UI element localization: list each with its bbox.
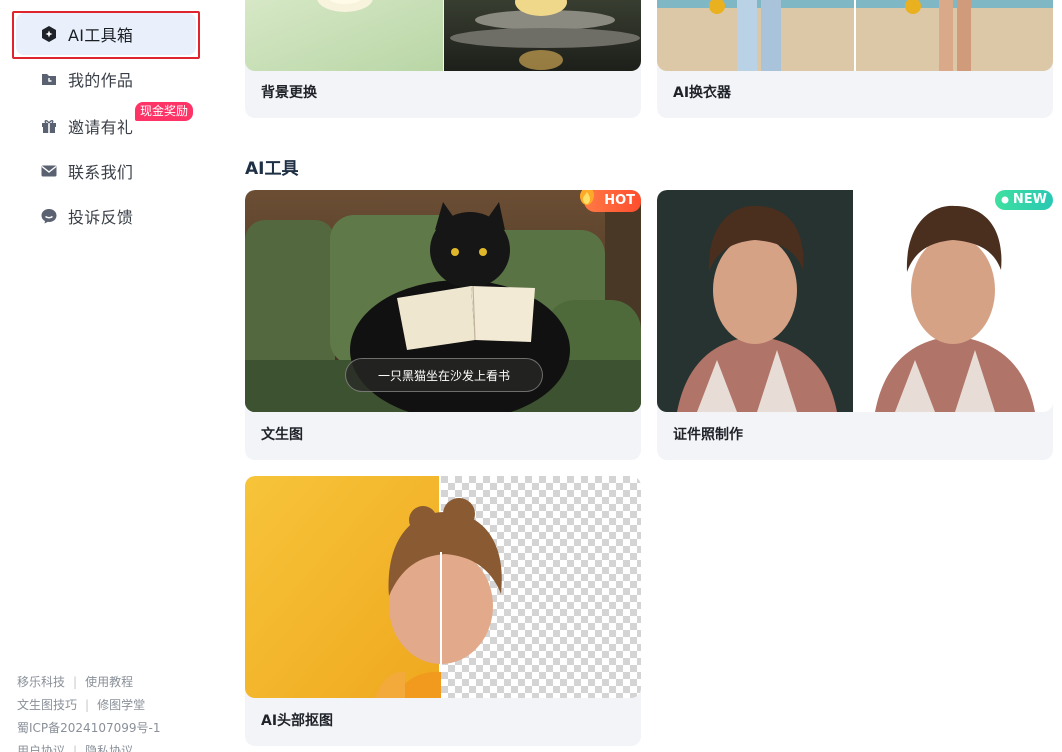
footer-link-company[interactable]: 移乐科技: [17, 671, 65, 694]
sidebar-item-feedback[interactable]: 投诉反馈: [16, 195, 196, 237]
sidebar-item-ai-toolbox[interactable]: AI工具箱: [16, 13, 196, 55]
tool-card-head-cutout[interactable]: AI头部抠图: [245, 476, 641, 746]
footer-icp-number[interactable]: 蜀ICP备2024107099号-1: [17, 717, 160, 740]
footer-link-editing-school[interactable]: 修图学堂: [97, 694, 145, 717]
footer-link-privacy[interactable]: 隐私协议: [85, 740, 133, 752]
prompt-example-pill: 一只黑猫坐在沙发上看书: [345, 358, 543, 392]
head-cutout-image: [245, 476, 641, 698]
cash-reward-badge: 现金奖励: [135, 102, 194, 121]
sidebar-item-label: 邀请有礼: [68, 118, 134, 137]
footer-separator: |: [73, 675, 78, 689]
sidebar-item-my-works[interactable]: 我的作品: [16, 58, 196, 100]
hot-badge: HOT: [580, 190, 641, 212]
footer-link-terms[interactable]: 用户协议: [17, 740, 65, 752]
footer-link-tutorial[interactable]: 使用教程: [85, 671, 133, 694]
footer-link-tips[interactable]: 文生图技巧: [17, 694, 77, 717]
card-thumbnail: [657, 190, 1053, 412]
new-badge-label: NEW: [1012, 192, 1047, 207]
sidebar-item-label: 投诉反馈: [68, 208, 134, 227]
card-thumbnail: [657, 0, 1053, 71]
mail-icon: [41, 165, 57, 177]
footer-separator: |: [73, 744, 78, 752]
main-content: 背景更换 AI换衣器 AI工具 一只黑猫坐在沙发上看书 文生图 HOT 证件照制…: [245, 0, 1055, 752]
tool-card-id-photo[interactable]: 证件照制作 NEW: [657, 190, 1053, 460]
card-label: AI换衣器: [673, 85, 732, 101]
sidebar-footer: 移乐科技 | 使用教程 文生图技巧 | 修图学堂 蜀ICP备2024107099…: [17, 671, 160, 752]
hot-badge-label: HOT: [604, 193, 635, 208]
tool-card-background-replace[interactable]: 背景更换: [245, 0, 641, 118]
gift-icon: [42, 120, 56, 133]
folder-icon: [42, 74, 56, 85]
card-label: 背景更换: [261, 85, 317, 101]
flame-icon: [580, 190, 595, 205]
card-thumbnail: [245, 0, 641, 71]
feedback-icon: [41, 209, 57, 224]
sidebar-item-contact[interactable]: 联系我们: [16, 150, 196, 192]
card-label: AI头部抠图: [261, 713, 334, 729]
sidebar-item-label: 我的作品: [68, 71, 134, 90]
card-thumbnail: [245, 476, 641, 698]
sidebar-item-label: AI工具箱: [68, 26, 134, 45]
dot-icon: [1001, 196, 1009, 204]
footer-separator: |: [85, 698, 90, 712]
new-badge: NEW: [994, 190, 1053, 210]
sidebar-item-label: 联系我们: [68, 163, 134, 182]
card-label: 文生图: [261, 427, 303, 443]
tool-card-ai-clothes[interactable]: AI换衣器: [657, 0, 1053, 118]
section-title-ai-tools: AI工具: [245, 159, 299, 179]
tool-card-text-to-image[interactable]: 一只黑猫坐在沙发上看书 文生图 HOT: [245, 190, 641, 460]
id-photo-before-after-image: [657, 190, 1053, 412]
ai-toolbox-icon: [42, 26, 56, 42]
card-label: 证件照制作: [673, 427, 743, 443]
ai-clothes-image: [657, 0, 1053, 71]
sidebar: AI工具箱 我的作品 邀请有礼 现金奖励 联系我们 投诉反馈 移乐科技 | 使用…: [0, 0, 215, 752]
background-replace-image: [245, 0, 641, 71]
